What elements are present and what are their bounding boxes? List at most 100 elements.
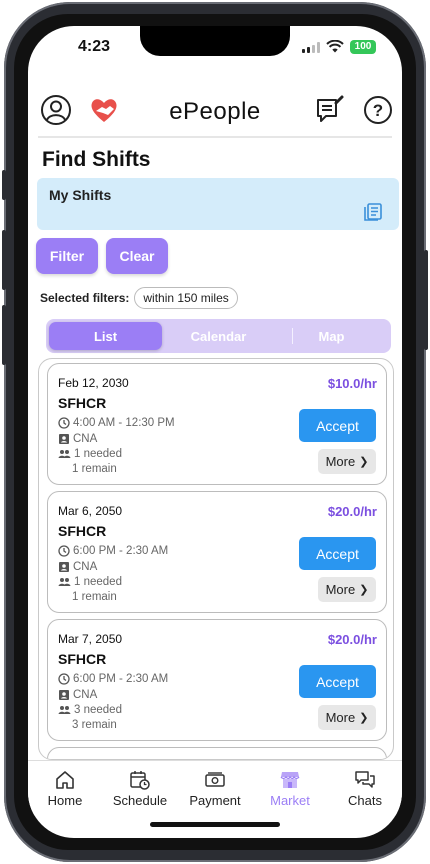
id-badge-icon xyxy=(59,434,69,444)
camera-notch xyxy=(140,26,290,56)
status-time: 4:23 xyxy=(78,38,111,55)
shift-list[interactable]: Feb 12, 2030 $10.0/hr SFHCR 4:00 AM - 12… xyxy=(38,358,394,760)
battery-icon: 100 xyxy=(350,40,376,54)
shift-facility: SFHCR xyxy=(58,523,107,539)
shift-needed-row: 1 needed xyxy=(58,448,122,460)
power-button xyxy=(424,250,428,350)
shift-date: Feb 12, 2030 xyxy=(58,376,129,390)
shift-date: Mar 6, 2050 xyxy=(58,504,123,518)
id-badge-icon xyxy=(59,690,69,700)
tab-map[interactable]: Map xyxy=(275,322,388,350)
my-shifts-label: My Shifts xyxy=(49,187,112,203)
list-icon[interactable] xyxy=(363,202,383,222)
filter-chip[interactable]: within 150 miles xyxy=(134,287,238,309)
shift-time-row: 4:00 AM - 12:30 PM xyxy=(58,417,175,429)
mute-switch xyxy=(2,170,6,200)
shift-needed-row: 1 needed xyxy=(58,576,122,588)
accept-button[interactable]: Accept xyxy=(299,409,376,442)
tab-chats[interactable]: Chats xyxy=(328,769,402,808)
header-divider xyxy=(38,136,392,138)
people-icon xyxy=(58,450,71,458)
shift-remain: 1 remain xyxy=(72,591,117,603)
svg-text:?: ? xyxy=(373,101,383,120)
clear-button[interactable]: Clear xyxy=(106,238,168,274)
shift-role: CNA xyxy=(73,561,98,573)
volume-down-button xyxy=(2,305,6,365)
my-shifts-panel[interactable]: My Shifts xyxy=(37,178,399,230)
shift-needed: 1 needed xyxy=(74,448,122,460)
cellular-signal-icon xyxy=(302,42,320,53)
shift-time: 4:00 AM - 12:30 PM xyxy=(73,417,175,429)
accept-button[interactable]: Accept xyxy=(299,537,376,570)
shift-card: Mar 7, 2050 $20.0/hr SFHCR 6:00 PM - 2:3… xyxy=(47,619,387,741)
shift-role: CNA xyxy=(73,689,98,701)
calendar-clock-icon xyxy=(130,771,150,790)
chevron-right-icon: ❯ xyxy=(359,584,369,596)
shift-role-row: CNA xyxy=(58,689,97,701)
shift-time: 6:00 PM - 2:30 AM xyxy=(73,545,169,557)
shift-date: Mar 7, 2050 xyxy=(58,632,123,646)
app-header: ePeople ? xyxy=(28,86,402,138)
chat-bubbles-icon xyxy=(355,771,375,788)
people-icon xyxy=(58,578,71,586)
cash-icon xyxy=(205,772,225,787)
chevron-right-icon: ❯ xyxy=(359,712,369,724)
tab-payment-label: Payment xyxy=(189,793,241,808)
shift-time-row: 6:00 PM - 2:30 AM xyxy=(58,545,168,557)
shift-card: Mar 6, 2050 $20.0/hr SFHCR 6:00 PM - 2:3… xyxy=(47,491,387,613)
clock-icon xyxy=(58,417,70,429)
chevron-right-icon: ❯ xyxy=(359,456,369,468)
shift-card: Feb 12, 2030 $10.0/hr SFHCR 4:00 AM - 12… xyxy=(47,363,387,485)
store-icon xyxy=(280,772,300,788)
view-tabs: List Calendar Map xyxy=(46,319,391,353)
tab-list[interactable]: List xyxy=(49,322,162,350)
more-button-label: More xyxy=(325,710,356,725)
shift-rate: $20.0/hr xyxy=(327,504,377,519)
shift-remain: 1 remain xyxy=(72,463,117,475)
shift-needed: 1 needed xyxy=(74,576,122,588)
home-icon xyxy=(56,771,74,789)
shift-role-row: CNA xyxy=(58,561,97,573)
tab-home-label: Home xyxy=(47,793,83,808)
tab-schedule-label: Schedule xyxy=(112,793,168,808)
more-button-label: More xyxy=(325,454,356,469)
more-button[interactable]: More ❯ xyxy=(318,705,376,730)
shift-time: 6:00 PM - 2:30 AM xyxy=(73,673,169,685)
status-bar: 4:23 100 xyxy=(28,26,402,70)
tab-chats-label: Chats xyxy=(348,793,382,808)
accept-button[interactable]: Accept xyxy=(299,665,376,698)
help-icon[interactable]: ? xyxy=(362,94,394,126)
tab-home[interactable]: Home xyxy=(28,769,102,808)
app-screen: 4:23 100 ePeople ? Find Shifts My Shifts… xyxy=(28,26,402,838)
clock-icon xyxy=(58,545,70,557)
compose-message-icon[interactable] xyxy=(314,94,346,126)
filter-button[interactable]: Filter xyxy=(36,238,98,274)
shift-time-row: 6:00 PM - 2:30 AM xyxy=(58,673,168,685)
more-button[interactable]: More ❯ xyxy=(318,449,376,474)
selected-filters: Selected filters: within 150 miles xyxy=(40,286,238,310)
tab-market-label: Market xyxy=(270,793,310,808)
volume-up-button xyxy=(2,230,6,290)
selected-filters-label: Selected filters: xyxy=(40,291,130,305)
shift-role-row: CNA xyxy=(58,433,97,445)
tab-market[interactable]: Market xyxy=(253,769,327,808)
shift-rate: $20.0/hr xyxy=(327,632,377,647)
page-title: Find Shifts xyxy=(42,148,151,171)
clock-icon xyxy=(58,673,70,685)
more-button[interactable]: More ❯ xyxy=(318,577,376,602)
tab-schedule[interactable]: Schedule xyxy=(103,769,177,808)
id-badge-icon xyxy=(59,562,69,572)
shift-needed: 3 needed xyxy=(74,704,122,716)
tab-calendar[interactable]: Calendar xyxy=(162,322,275,350)
shift-card xyxy=(47,747,387,759)
more-button-label: More xyxy=(325,582,356,597)
shift-remain: 3 remain xyxy=(72,719,117,731)
home-indicator xyxy=(150,822,280,827)
bottom-tab-bar: Home Schedule Payment Market Chats xyxy=(28,760,402,816)
shift-role: CNA xyxy=(73,433,98,445)
shift-rate: $10.0/hr xyxy=(327,376,377,391)
shift-needed-row: 3 needed xyxy=(58,704,122,716)
tab-payment[interactable]: Payment xyxy=(178,769,252,808)
shift-facility: SFHCR xyxy=(58,651,107,667)
wifi-icon xyxy=(326,40,344,53)
